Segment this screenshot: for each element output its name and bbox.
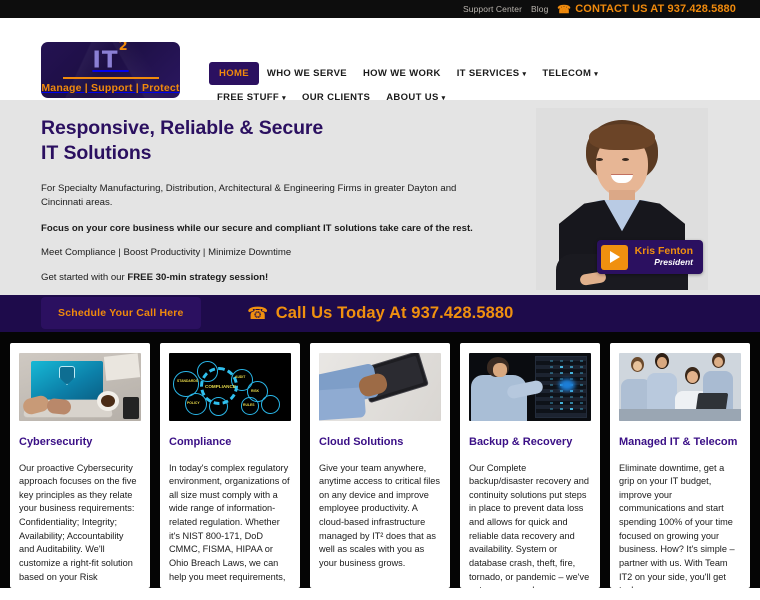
cloud-tablet-image bbox=[319, 353, 441, 421]
service-card-body: Eliminate downtime, get a grip on your I… bbox=[619, 462, 735, 588]
nav-item-it-services[interactable]: IT SERVICES ▾ bbox=[449, 62, 535, 85]
hero-section: Responsive, Reliable & Secure IT Solutio… bbox=[0, 100, 760, 330]
site-header: IT2 Manage | Support | Protect HOME WHO W… bbox=[0, 18, 760, 103]
hero-bold-text: Focus on your core business while our se… bbox=[41, 222, 473, 234]
backup-server-image bbox=[469, 353, 591, 421]
service-card[interactable]: Managed IT & Telecom Eliminate downtime, … bbox=[610, 343, 750, 588]
nav-item-label: WHO WE SERVE bbox=[266, 68, 347, 79]
chevron-down-icon: ▾ bbox=[594, 71, 599, 78]
service-card-body: In today's complex regulatory environmen… bbox=[169, 462, 290, 588]
logo-divider bbox=[62, 77, 159, 79]
schedule-call-button[interactable]: Schedule Your Call Here bbox=[41, 297, 201, 330]
service-card-title: Cybersecurity bbox=[19, 436, 93, 448]
logo-tagline: Manage | Support | Protect bbox=[41, 81, 180, 94]
video-presenter-badge[interactable]: Kris Fenton President bbox=[596, 240, 703, 274]
service-card-title: Cloud Solutions bbox=[319, 436, 404, 448]
phone-icon: ☎ bbox=[557, 3, 572, 16]
service-card-title: Backup & Recovery bbox=[469, 436, 573, 448]
logo-superscript: 2 bbox=[118, 42, 129, 55]
play-icon[interactable] bbox=[600, 244, 628, 270]
service-card[interactable]: Cloud Solutions Give your team anywhere, … bbox=[310, 343, 450, 588]
nav-item-telecom[interactable]: TELECOM ▾ bbox=[534, 62, 606, 85]
compliance-diagram-image: COMPLIANCE STANDARDS POLICY AUDIT RISK R… bbox=[169, 353, 291, 421]
service-card-body: Our Complete backup/disaster recovery an… bbox=[469, 462, 590, 588]
presenter-role: President bbox=[654, 257, 693, 268]
page-root: Support Center Blog ☎ CONTACT US AT 937.… bbox=[0, 0, 760, 600]
managed-it-team-image bbox=[619, 353, 741, 421]
cybersecurity-laptop-image bbox=[19, 353, 141, 421]
service-card-body: Our proactive Cybersecurity approach foc… bbox=[19, 462, 137, 582]
nav-item-label: IT SERVICES bbox=[456, 68, 520, 79]
nav-item-how-we-work[interactable]: HOW WE WORK bbox=[355, 62, 449, 85]
hero-heading-line2: IT Solutions bbox=[41, 141, 152, 164]
top-utility-bar: Support Center Blog ☎ CONTACT US AT 937.… bbox=[0, 0, 760, 18]
service-card-body: Give your team anywhere, anytime access … bbox=[319, 462, 441, 568]
service-card-title: Managed IT & Telecom bbox=[619, 436, 738, 448]
hero-lead-text: For Specialty Manufacturing, Distributio… bbox=[41, 182, 457, 209]
nav-item-home[interactable]: HOME bbox=[209, 62, 259, 85]
contact-phone-text: CONTACT US AT 937.428.5880 bbox=[575, 3, 736, 15]
nav-item-label: TELECOM bbox=[542, 68, 592, 79]
phone-icon: ☎ bbox=[246, 303, 268, 323]
site-logo[interactable]: IT2 Manage | Support | Protect bbox=[41, 42, 180, 98]
hero-getstarted-prefix: Get started with our bbox=[41, 271, 128, 283]
hero-getstarted-bold: FREE 30-min strategy session! bbox=[127, 271, 269, 283]
hero-getstarted-text: Get started with our FREE 30-min strateg… bbox=[41, 271, 496, 286]
nav-item-label: HOME bbox=[219, 68, 249, 79]
chevron-down-icon: ▾ bbox=[522, 71, 527, 78]
service-card-title: Compliance bbox=[169, 436, 232, 448]
service-card[interactable]: Cybersecurity Our proactive Cybersecurity… bbox=[10, 343, 150, 588]
service-card[interactable]: Backup & Recovery Our Complete backup/dis… bbox=[460, 343, 600, 588]
hero-benefits-text: Meet Compliance | Boost Productivity | M… bbox=[41, 247, 292, 259]
blog-link[interactable]: Blog bbox=[531, 4, 548, 14]
support-center-link[interactable]: Support Center bbox=[463, 4, 522, 14]
nav-item-label: HOW WE WORK bbox=[362, 68, 441, 79]
hero-heading-line1: Responsive, Reliable & Secure bbox=[41, 117, 324, 139]
logo-mark: IT2 bbox=[92, 42, 128, 73]
hero-video-thumbnail[interactable]: Kris Fenton President bbox=[536, 108, 708, 290]
services-card-row: Cybersecurity Our proactive Cybersecurity… bbox=[0, 332, 760, 588]
service-card[interactable]: COMPLIANCE STANDARDS POLICY AUDIT RISK R… bbox=[160, 343, 300, 588]
contact-phone-link[interactable]: ☎ CONTACT US AT 937.428.5880 bbox=[557, 3, 736, 16]
nav-item-who-we-serve[interactable]: WHO WE SERVE bbox=[259, 62, 355, 85]
